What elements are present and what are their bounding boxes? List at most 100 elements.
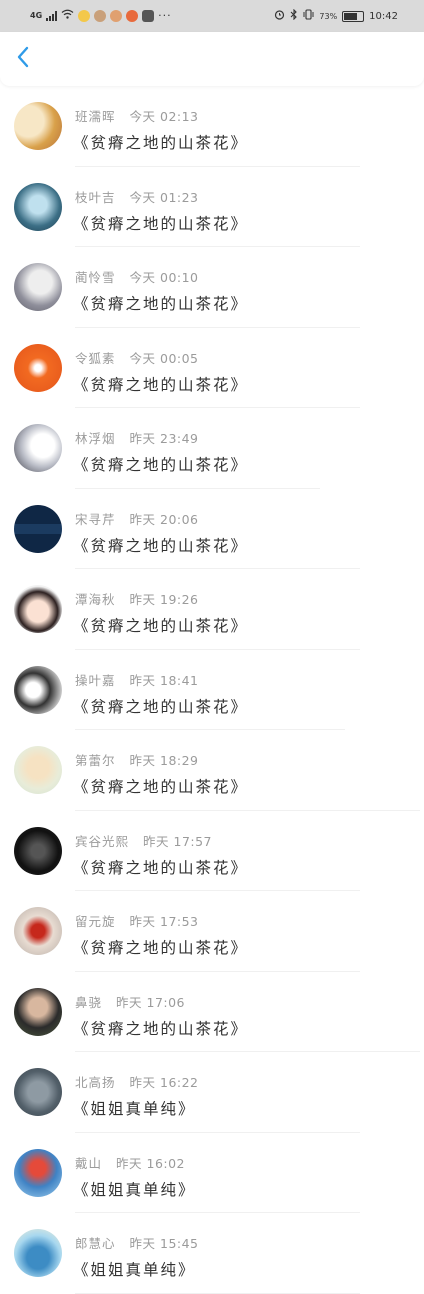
- user-name[interactable]: 班濡晖: [75, 109, 116, 124]
- avatar[interactable]: [14, 263, 62, 311]
- comment-meta: 蔺怜雪 今天 00:10: [75, 267, 199, 286]
- comment-row[interactable]: 戴山 昨天 16:02 《姐姐真单纯》: [0, 1133, 424, 1213]
- avatar[interactable]: [14, 1229, 62, 1277]
- comment-meta: 郎慧心 昨天 15:45: [75, 1233, 199, 1252]
- avatar[interactable]: [14, 1148, 62, 1197]
- battery-percent: 73%: [319, 11, 338, 21]
- comment-row[interactable]: 郎慧心 昨天 15:45 《姐姐真单纯》: [0, 1213, 424, 1294]
- comment-text[interactable]: 《贫瘠之地的山茶花》: [73, 775, 248, 797]
- avatar[interactable]: [14, 343, 62, 392]
- comment-row[interactable]: 枝叶吉 今天 01:23 《贫瘠之地的山茶花》: [0, 167, 424, 247]
- timestamp: 昨天 18:41: [129, 672, 199, 688]
- user-name[interactable]: 潭海秋: [75, 592, 116, 607]
- timestamp: 昨天 16:02: [116, 1155, 186, 1171]
- status-right: 73% 10:42: [274, 8, 398, 23]
- back-button[interactable]: [8, 44, 38, 74]
- comment-text[interactable]: 《贫瘠之地的山茶花》: [73, 534, 248, 556]
- app-icon: [78, 9, 91, 22]
- comment-meta: 北高扬 昨天 16:22: [75, 1072, 199, 1091]
- timestamp: 昨天 18:29: [129, 753, 199, 768]
- user-name[interactable]: 宋寻芹: [75, 512, 116, 527]
- comment-text[interactable]: 《贫瘠之地的山茶花》: [73, 695, 248, 717]
- comment-row[interactable]: 第蕾尔 昨天 18:29 《贫瘠之地的山茶花》: [0, 730, 424, 811]
- timestamp: 昨天 23:49: [129, 431, 199, 446]
- avatar[interactable]: [14, 1068, 62, 1116]
- comment-row[interactable]: 操叶嘉 昨天 18:41 《贫瘠之地的山茶花》: [0, 650, 424, 730]
- user-name[interactable]: 枝叶吉: [75, 190, 116, 205]
- comment-meta: 戴山 昨天 16:02: [75, 1153, 185, 1172]
- user-name[interactable]: 戴山: [75, 1156, 102, 1171]
- avatar[interactable]: [14, 826, 62, 875]
- comment-text[interactable]: 《姐姐真单纯》: [73, 1097, 196, 1119]
- app-icon: [126, 9, 139, 22]
- comment-row[interactable]: 蔺怜雪 今天 00:10 《贫瘠之地的山茶花》: [0, 247, 424, 328]
- comment-row[interactable]: 北高扬 昨天 16:22 《姐姐真单纯》: [0, 1052, 424, 1133]
- comment-meta: 留元旋 昨天 17:53: [75, 911, 199, 930]
- avatar[interactable]: [14, 746, 62, 794]
- avatar[interactable]: [14, 182, 62, 231]
- timestamp: 昨天 16:22: [129, 1075, 199, 1090]
- user-name[interactable]: 宾谷光熙: [75, 834, 129, 849]
- avatar[interactable]: [14, 102, 62, 150]
- user-name[interactable]: 操叶嘉: [75, 673, 116, 688]
- comment-text[interactable]: 《贫瘠之地的山茶花》: [73, 212, 248, 234]
- timestamp: 昨天 17:06: [116, 994, 186, 1010]
- comment-text[interactable]: 《贫瘠之地的山茶花》: [73, 131, 248, 153]
- more-notifications-icon: ···: [158, 9, 172, 22]
- comment-meta: 潭海秋 昨天 19:26: [75, 589, 199, 608]
- comment-text[interactable]: 《贫瘠之地的山茶花》: [73, 453, 248, 475]
- comment-text[interactable]: 《姐姐真单纯》: [73, 1178, 196, 1200]
- user-name[interactable]: 蔺怜雪: [75, 270, 116, 285]
- chevron-left-icon: [16, 46, 30, 72]
- user-name[interactable]: 第蕾尔: [75, 753, 116, 768]
- comment-meta: 宋寻芹 昨天 20:06: [75, 509, 199, 528]
- timestamp: 昨天 17:53: [129, 914, 199, 929]
- comment-row[interactable]: 令狐素 今天 00:05 《贫瘠之地的山茶花》: [0, 328, 424, 408]
- avatar[interactable]: [14, 665, 62, 714]
- comment-text[interactable]: 《贫瘠之地的山茶花》: [73, 1017, 248, 1039]
- user-name[interactable]: 郎慧心: [75, 1236, 116, 1251]
- signal-icon: [46, 10, 58, 21]
- user-name[interactable]: 留元旋: [75, 914, 116, 929]
- comment-row[interactable]: 林浮烟 昨天 23:49 《贫瘠之地的山茶花》: [0, 408, 424, 489]
- comment-text[interactable]: 《贫瘠之地的山茶花》: [73, 614, 248, 636]
- user-name[interactable]: 鼻骁: [75, 995, 102, 1010]
- avatar[interactable]: [14, 424, 62, 472]
- app-icon: [142, 9, 155, 22]
- user-name[interactable]: 林浮烟: [75, 431, 116, 446]
- wifi-icon: [61, 9, 74, 22]
- comment-text[interactable]: 《姐姐真单纯》: [73, 1258, 196, 1280]
- comment-row[interactable]: 宋寻芹 昨天 20:06 《贫瘠之地的山茶花》: [0, 489, 424, 569]
- avatar[interactable]: [14, 987, 62, 1036]
- battery-icon: [342, 10, 365, 22]
- comment-text[interactable]: 《贫瘠之地的山茶花》: [73, 373, 248, 395]
- comment-text[interactable]: 《贫瘠之地的山茶花》: [73, 936, 248, 958]
- network-type: 4G: [30, 11, 43, 20]
- bluetooth-icon: [290, 8, 298, 23]
- comment-meta: 班濡晖 今天 02:13: [75, 106, 199, 125]
- timestamp: 昨天 19:26: [129, 592, 199, 607]
- comment-meta: 林浮烟 昨天 23:49: [75, 428, 199, 447]
- timestamp: 昨天 15:45: [129, 1236, 199, 1251]
- status-bar: 4G ··· 73% 10:42: [0, 0, 424, 32]
- comment-row[interactable]: 潭海秋 昨天 19:26 《贫瘠之地的山茶花》: [0, 569, 424, 650]
- comment-meta: 宾谷光熙 昨天 17:57: [75, 831, 212, 850]
- comment-text[interactable]: 《贫瘠之地的山茶花》: [73, 856, 248, 878]
- avatar[interactable]: [14, 585, 62, 633]
- clock: 10:42: [369, 10, 398, 22]
- user-name[interactable]: 北高扬: [75, 1075, 116, 1090]
- comment-meta: 鼻骁 昨天 17:06: [75, 992, 185, 1011]
- comment-meta: 第蕾尔 昨天 18:29: [75, 750, 199, 769]
- timestamp: 昨天 17:57: [143, 833, 213, 849]
- avatar[interactable]: [14, 907, 62, 955]
- comment-row[interactable]: 班濡晖 今天 02:13 《贫瘠之地的山茶花》: [0, 86, 424, 167]
- user-name[interactable]: 令狐素: [75, 351, 116, 366]
- comment-row[interactable]: 留元旋 昨天 17:53 《贫瘠之地的山茶花》: [0, 891, 424, 972]
- alarm-icon: [274, 9, 285, 23]
- comment-text[interactable]: 《贫瘠之地的山茶花》: [73, 292, 248, 314]
- timestamp: 今天 01:23: [129, 189, 199, 205]
- avatar[interactable]: [14, 504, 62, 553]
- comment-row[interactable]: 鼻骁 昨天 17:06 《贫瘠之地的山茶花》: [0, 972, 424, 1052]
- comment-row[interactable]: 宾谷光熙 昨天 17:57 《贫瘠之地的山茶花》: [0, 811, 424, 891]
- nav-bar: [0, 32, 424, 86]
